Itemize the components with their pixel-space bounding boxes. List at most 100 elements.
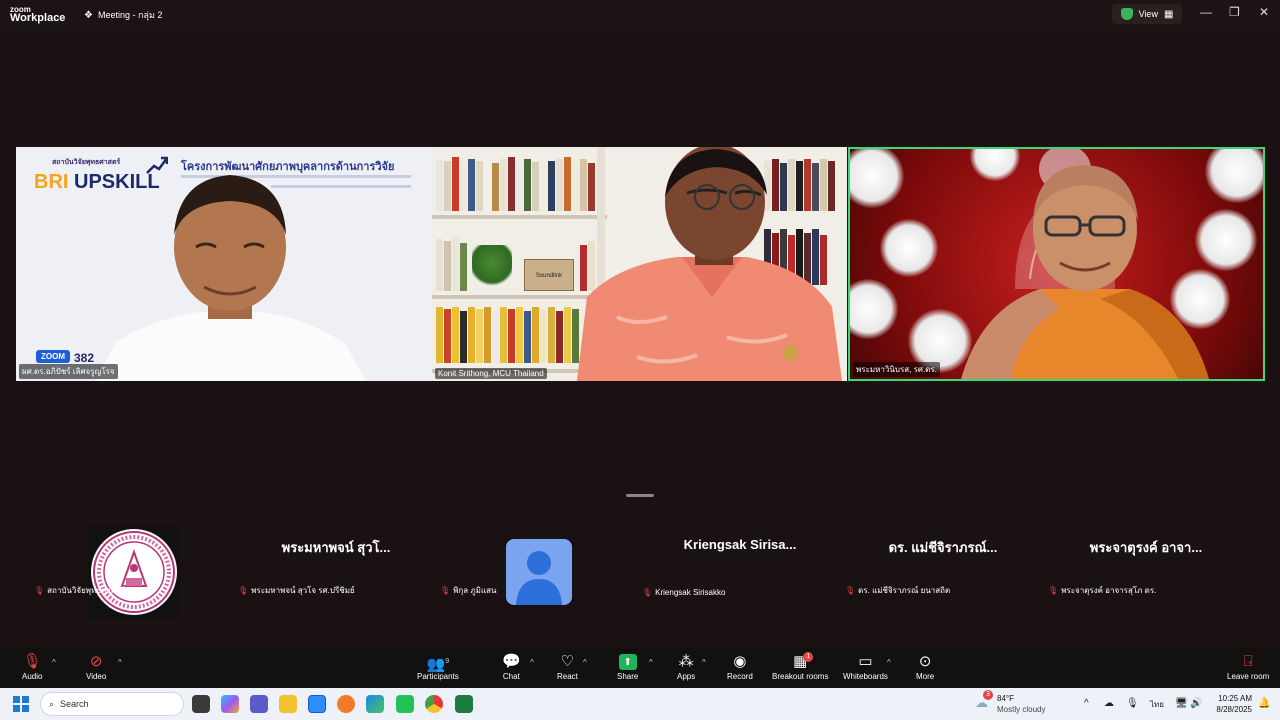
chrome-icon[interactable] (425, 695, 443, 713)
teams-icon[interactable] (250, 695, 268, 713)
tray-chevron-icon[interactable]: ^ (1084, 698, 1089, 709)
line-app-icon[interactable] (396, 695, 414, 713)
apps-options-chevron-icon[interactable]: ^ (702, 658, 706, 667)
edge-icon[interactable] (366, 695, 384, 713)
network-icon[interactable]: 🖥 (1175, 698, 1188, 709)
taskbar-search[interactable]: ⌕ Search (40, 692, 184, 716)
weather-badge: 3 (983, 690, 993, 700)
breakout-label: Breakout rooms (772, 672, 829, 681)
view-button[interactable]: View ▦ (1112, 4, 1182, 24)
shield-icon (1120, 8, 1133, 20)
whiteboard-icon: ▭ (858, 653, 873, 670)
apps-icon: ⁂ (678, 653, 694, 670)
participant-display-name: ดร. แม่ชีจิราภรณ์... (888, 540, 998, 555)
participant-display-name: พระมหาพจน์ สุวโ... (281, 540, 391, 555)
zoom-app-icon[interactable] (308, 695, 326, 713)
mic-off-icon: 🎙 (22, 653, 42, 670)
whiteboards-label: Whiteboards (843, 672, 888, 681)
meeting-title-text: Meeting - กลุ่ม 2 (97, 10, 163, 20)
participants-button[interactable]: 👥9 Participants (417, 652, 459, 681)
copilot-icon[interactable] (221, 695, 239, 713)
audio-options-chevron-icon[interactable]: ^ (52, 658, 56, 667)
mic-muted-icon: 🎙 (642, 588, 653, 597)
participant-video-person (577, 147, 842, 381)
close-icon[interactable]: ✕ (1259, 5, 1269, 19)
tile-name-label: พระมหาวินิบรส, รศ.ดร. (853, 362, 940, 377)
excel-icon[interactable] (455, 695, 473, 713)
windows-taskbar: ⌕ Search ☁ 3 84°F Mostly cloudy ^ ☁ 🎙 ไท… (0, 688, 1280, 720)
search-placeholder: Search (60, 699, 89, 709)
participant-label: 🎙 ดร. แม่ชีจิราภรณ์ ยนาสถิต (845, 584, 950, 597)
participant-tile[interactable]: 🎙 สถาบันวิจัยพุทธศาสตร์ มจร (34, 497, 236, 601)
participant-tile[interactable]: พระมหาพจน์ สุวโ... 🎙 พระมหาพจน์ สุวโจ รศ… (236, 497, 436, 601)
participant-label: 🎙 พิกุล ภูมิแสน (440, 584, 496, 597)
video-button[interactable]: ⊘ Video (86, 652, 106, 681)
participant-tile[interactable]: พระจาตุรงค์ อาจา... 🎙 พระจาตุรงค์ อาจารส… (1046, 497, 1246, 601)
book-box: Soundlink (524, 259, 574, 291)
windows-start-icon[interactable] (13, 696, 29, 712)
view-label: View (1138, 9, 1158, 19)
restore-icon[interactable]: ❐ (1229, 5, 1240, 19)
slide-brand-a: BRI (34, 171, 69, 193)
clock-date: 8/28/2025 (1216, 705, 1252, 714)
tile-name-label: Konit Srithong, MCU Thailand (435, 368, 547, 379)
apps-button[interactable]: ⁂ Apps (677, 652, 695, 681)
breakout-badge: 1 (803, 652, 814, 662)
react-button[interactable]: ♡ React (557, 652, 578, 681)
participant-label-text: พระมหาพจน์ สุวโจ รศ.ปรีชิมย์ (251, 586, 355, 595)
react-options-chevron-icon[interactable]: ^ (583, 658, 587, 667)
chat-options-chevron-icon[interactable]: ^ (530, 658, 534, 667)
participant-label-text: Kriengsak Sirisakko (655, 588, 726, 597)
microphone-icon[interactable]: 🎙 (1126, 698, 1139, 709)
participant-tile[interactable]: 🎙 พิกุล ภูมิแสน (438, 497, 638, 601)
share-button[interactable]: ⬆ Share (617, 652, 638, 681)
more-label: More (916, 672, 935, 681)
video-tile-1[interactable]: สถาบันวิจัยพุทธศาสตร์ BRI UPSKILL โครงกา… (16, 147, 432, 381)
participant-label-text: พิกุล ภูมิแสน (453, 586, 497, 595)
participant-label-text: สถาบันวิจัยพุทธศาสตร์ มจร (47, 586, 142, 595)
meeting-toolbar: 🎙 Audio ^ ⊘ Video ^ 👥9 Participants 💬 Ch… (0, 648, 1280, 688)
breakout-rooms-button[interactable]: ▦ 1 Breakout rooms (772, 652, 828, 681)
video-tile-3-active-speaker[interactable]: พระมหาวินิบรส, รศ.ดร. (848, 147, 1265, 381)
more-button[interactable]: ⊙ More (916, 652, 934, 681)
share-options-chevron-icon[interactable]: ^ (649, 658, 653, 667)
chat-button[interactable]: 💬 Chat (502, 652, 521, 681)
participants-count: 9 (445, 658, 450, 665)
taskbar-clock[interactable]: 10:25 AM 8/28/2025 (1212, 693, 1252, 715)
title-bar: zoom Workplace ❖ Meeting - กลุ่ม 2 View … (0, 0, 1280, 28)
leave-room-button[interactable]: ⍈ Leave room (1227, 652, 1269, 681)
mic-muted-icon: 🎙 (34, 586, 45, 595)
video-options-chevron-icon[interactable]: ^ (118, 658, 122, 667)
participant-tile[interactable]: Kriengsak Sirisa... 🎙 Kriengsak Sirisakk… (640, 497, 840, 601)
minimize-icon[interactable]: — (1200, 5, 1212, 19)
file-explorer-icon[interactable] (279, 695, 297, 713)
react-label: React (557, 672, 578, 681)
participant-video-person (96, 175, 366, 381)
video-tile-2[interactable]: Soundlink Konit Srithong, MCU Thailand (432, 147, 847, 381)
participant-label-text: พระจาตุรงค์ อาจารสุโภ ดร. (1061, 586, 1157, 595)
video-label: Video (86, 672, 107, 681)
whiteboards-button[interactable]: ▭ Whiteboards (843, 652, 888, 681)
share-arrow-icon: ⬆ (618, 654, 637, 670)
language-indicator[interactable]: ไทย (1150, 698, 1164, 711)
whiteboards-options-chevron-icon[interactable]: ^ (887, 658, 891, 667)
logo-line2: Workplace (10, 12, 66, 24)
chat-label: Chat (502, 672, 520, 681)
weather-widget[interactable]: ☁ 3 84°F Mostly cloudy (975, 690, 1045, 715)
participant-label: 🎙 สถาบันวิจัยพุทธศาสตร์ มจร (34, 584, 142, 597)
task-view-icon[interactable] (192, 695, 210, 713)
cloud-sync-icon[interactable]: ☁ (1104, 698, 1114, 709)
tile-name-label: ผศ.ดร.อภิปัชร์ เลิศจรูญโรจ (19, 364, 118, 379)
audio-button[interactable]: 🎙 Audio (22, 652, 42, 681)
apps-label: Apps (677, 672, 696, 681)
mic-muted-icon: 🎙 (440, 586, 451, 595)
participant-tile[interactable]: ดร. แม่ชีจิราภรณ์... 🎙 ดร. แม่ชีจิราภรณ์… (843, 497, 1043, 601)
notification-bell-icon[interactable]: 🔔 (1258, 698, 1270, 709)
heart-icon: ♡ (560, 653, 575, 670)
firefox-icon[interactable] (337, 695, 355, 713)
meeting-title: ❖ Meeting - กลุ่ม 2 (84, 8, 162, 22)
search-icon: ⌕ (49, 698, 55, 709)
volume-icon[interactable]: 🔊 (1190, 698, 1202, 709)
audio-label: Audio (22, 672, 43, 681)
record-button[interactable]: ◉ Record (727, 652, 753, 681)
